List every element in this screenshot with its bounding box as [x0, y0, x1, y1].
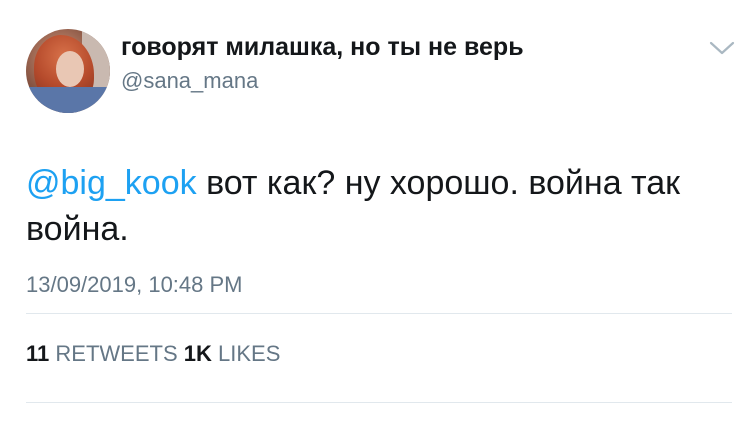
- divider: [26, 313, 732, 314]
- tweet-card: говорят милашка, но ты не верь @sana_man…: [0, 0, 750, 430]
- retweets-count[interactable]: 11: [26, 341, 49, 366]
- chevron-down-icon[interactable]: [708, 38, 736, 58]
- likes-label[interactable]: LIKES: [218, 341, 280, 366]
- avatar-shirt: [26, 87, 110, 113]
- avatar[interactable]: [26, 29, 110, 113]
- user-handle[interactable]: @sana_mana: [121, 68, 258, 94]
- avatar-face: [56, 51, 84, 87]
- tweet-stats: 11 RETWEETS 1K LIKES: [26, 341, 280, 367]
- retweets-label[interactable]: RETWEETS: [55, 341, 177, 366]
- tweet-text: @big_kook вот как? ну хорошо. война так …: [26, 160, 726, 252]
- mention-link[interactable]: @big_kook: [26, 164, 197, 202]
- display-name[interactable]: говорят милашка, но ты не верь: [121, 33, 524, 62]
- likes-count[interactable]: 1K: [184, 341, 212, 366]
- divider-bottom: [26, 402, 732, 403]
- tweet-timestamp[interactable]: 13/09/2019, 10:48 PM: [26, 272, 243, 298]
